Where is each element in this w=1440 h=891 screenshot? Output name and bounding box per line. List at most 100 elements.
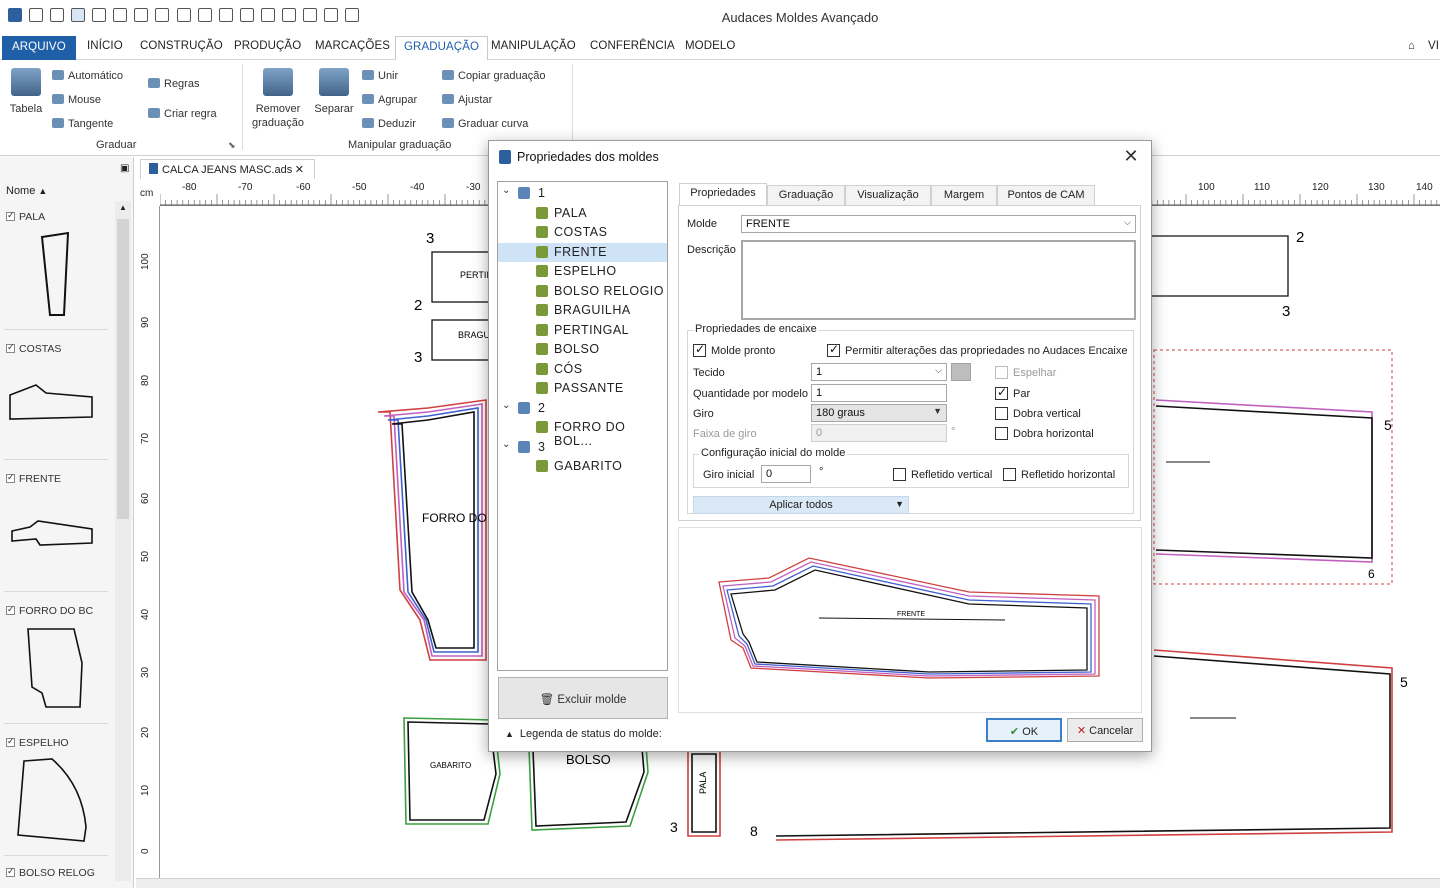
separar-button[interactable]: Separar (312, 68, 356, 116)
tab-modelo[interactable]: MODELO (685, 40, 735, 60)
tab-conferencia[interactable]: CONFERÊNCIA (590, 40, 675, 60)
excluir-molde-button[interactable]: 🗑 Excluir molde (498, 677, 668, 719)
visibility-checkbox[interactable] (6, 736, 15, 747)
pattern-thumb-espelho[interactable]: ESPELHO (6, 736, 110, 845)
tangente-button[interactable]: Tangente (52, 118, 113, 130)
pin-icon[interactable] (281, 8, 296, 22)
tree-item[interactable]: FRENTE (498, 242, 667, 262)
tree-group[interactable]: ⌄ 1 (498, 184, 667, 203)
pattern-thumb-forro[interactable]: FORRO DO BC (6, 604, 110, 713)
cancel-button[interactable]: ✕ Cancelar (1067, 718, 1143, 742)
undo-icon[interactable] (134, 8, 149, 22)
quantidade-input[interactable]: 1 (811, 384, 947, 402)
regras-button[interactable]: Regras (148, 78, 199, 90)
text-icon[interactable] (260, 8, 275, 22)
tree-item[interactable]: PALA (498, 204, 667, 223)
visibility-checkbox[interactable] (6, 604, 15, 615)
pattern-thumb-frente[interactable]: FRENTE (6, 472, 110, 581)
scrollbar[interactable]: ▲ (115, 201, 131, 881)
expand-chevron-icon[interactable]: ⌄ (502, 400, 511, 411)
tree-item[interactable]: GABARITO (498, 457, 667, 476)
tab-margem[interactable]: Margem (931, 185, 997, 205)
bottom-toolbar[interactable] (136, 878, 1440, 888)
dobra-vertical-checkbox[interactable] (995, 407, 1008, 420)
pin-panel-icon[interactable]: ▣ (120, 163, 129, 174)
giro-select[interactable]: 180 graus ▼ (811, 404, 947, 422)
tree-item[interactable]: PASSANTE (498, 379, 667, 398)
tree-group[interactable]: ⌄ 2 (498, 399, 667, 418)
giro-inicial-input[interactable]: 0 (761, 465, 811, 483)
pointer-icon[interactable] (29, 8, 44, 22)
delete-icon[interactable] (345, 8, 359, 22)
molde-pronto-checkbox[interactable] (693, 342, 706, 357)
tab-producao[interactable]: PRODUÇÃO (234, 40, 301, 60)
sort-by-name[interactable]: Nome ▲ (6, 185, 47, 197)
tab-arquivo[interactable]: ARQUIVO (2, 36, 76, 60)
tree-item[interactable]: BOLSO RELOGIO (498, 282, 667, 301)
pattern-thumb-bolso-relogio[interactable]: BOLSO RELOG (6, 866, 110, 879)
descricao-textarea[interactable] (741, 240, 1136, 320)
tree-group[interactable]: ⌄ 3 (498, 438, 667, 457)
close-tab-icon[interactable]: ✕ (295, 163, 304, 176)
visibility-checkbox[interactable] (6, 210, 15, 221)
tab-visualizacao[interactable]: Visualização (845, 185, 931, 205)
ajustar-button[interactable]: Ajustar (442, 94, 492, 106)
expand-chevron-icon[interactable]: ⌄ (502, 439, 511, 450)
mouse-button[interactable]: Mouse (52, 94, 101, 106)
tab-construcao[interactable]: CONSTRUÇÃO (140, 40, 223, 60)
grading-icon[interactable] (218, 8, 233, 22)
pattern-thumb-pala[interactable]: PALA (6, 210, 110, 319)
unir-button[interactable]: Unir (362, 70, 398, 82)
print-icon[interactable] (197, 8, 212, 22)
espelhar-checkbox[interactable] (995, 366, 1008, 379)
refletido-horizontal-checkbox[interactable] (1003, 468, 1016, 481)
deduzir-button[interactable]: Deduzir (362, 118, 416, 130)
criar-regra-button[interactable]: Criar regra (148, 108, 217, 120)
tab-manipulacao[interactable]: MANIPULAÇÃO (491, 40, 576, 60)
molde-select[interactable]: FRENTE ⌵ (741, 215, 1136, 233)
graduar-curva-button[interactable]: Graduar curva (442, 118, 528, 130)
status-legend[interactable]: ▲ Legenda de status do molde: (505, 728, 662, 740)
tab-graduacao[interactable]: GRADUAÇÃO (395, 36, 489, 61)
copiar-graduacao-button[interactable]: Copiar graduação (442, 70, 545, 82)
tab-graduacao-dialog[interactable]: Graduação (767, 185, 845, 205)
tree-item[interactable]: PERTINGAL (498, 321, 667, 340)
plotter-icon[interactable] (176, 8, 191, 22)
document-tab[interactable]: CALCA JEANS MASC.ads ✕ (140, 159, 315, 179)
visibility-checkbox[interactable] (6, 342, 15, 353)
refletido-vertical-checkbox[interactable] (893, 468, 906, 481)
close-icon[interactable]: ✕ (1121, 146, 1141, 166)
tab-propriedades[interactable]: Propriedades (679, 183, 767, 206)
remover-graduacao-button[interactable]: Remover graduação (248, 68, 308, 130)
tree-item[interactable]: COSTAS (498, 223, 667, 242)
tab-vi[interactable]: VI (1428, 40, 1439, 60)
pattern-tree[interactable]: ⌄ 1 PALA COSTAS FRENTE ESPELHO BOLSO RELOGIO BR… (497, 181, 668, 671)
binoculars-icon[interactable] (302, 8, 317, 22)
expand-chevron-icon[interactable]: ⌄ (502, 185, 511, 196)
visibility-checkbox[interactable] (6, 472, 15, 483)
tab-pontos-cam[interactable]: Pontos de CAM (997, 185, 1095, 205)
home-icon[interactable]: ⌂ (1408, 40, 1415, 60)
tab-inicio[interactable]: INÍCIO (87, 40, 123, 60)
par-checkbox[interactable] (995, 385, 1008, 400)
ok-button[interactable]: ✔ OK (986, 718, 1062, 742)
tree-item[interactable]: CÓS (498, 360, 667, 379)
tecido-select[interactable]: 1 ⌵ (811, 363, 947, 381)
tabela-button[interactable]: Tabela (8, 68, 44, 116)
aplicar-todos-button[interactable]: Aplicar todos ▼ (693, 496, 909, 514)
dobra-horizontal-checkbox[interactable] (995, 427, 1008, 440)
permitir-checkbox[interactable] (827, 342, 840, 357)
save-icon[interactable] (113, 8, 128, 22)
visibility-checkbox[interactable] (6, 866, 15, 877)
redo-icon[interactable] (155, 8, 170, 22)
tree-item[interactable]: ESPELHO (498, 262, 667, 281)
faixa-input[interactable]: 0 (811, 424, 947, 442)
fabric-settings-icon[interactable] (951, 363, 971, 381)
open-folder-icon[interactable] (92, 8, 107, 22)
tree-item[interactable]: FORRO DO BOL... (498, 418, 667, 448)
new-file-icon[interactable] (50, 8, 65, 22)
tree-item[interactable]: BOLSO (498, 340, 667, 359)
dialog-launcher-icon[interactable]: ⬊ (228, 140, 236, 151)
pattern-thumb-costas[interactable]: COSTAS (6, 342, 110, 451)
measure-icon[interactable] (239, 8, 254, 22)
